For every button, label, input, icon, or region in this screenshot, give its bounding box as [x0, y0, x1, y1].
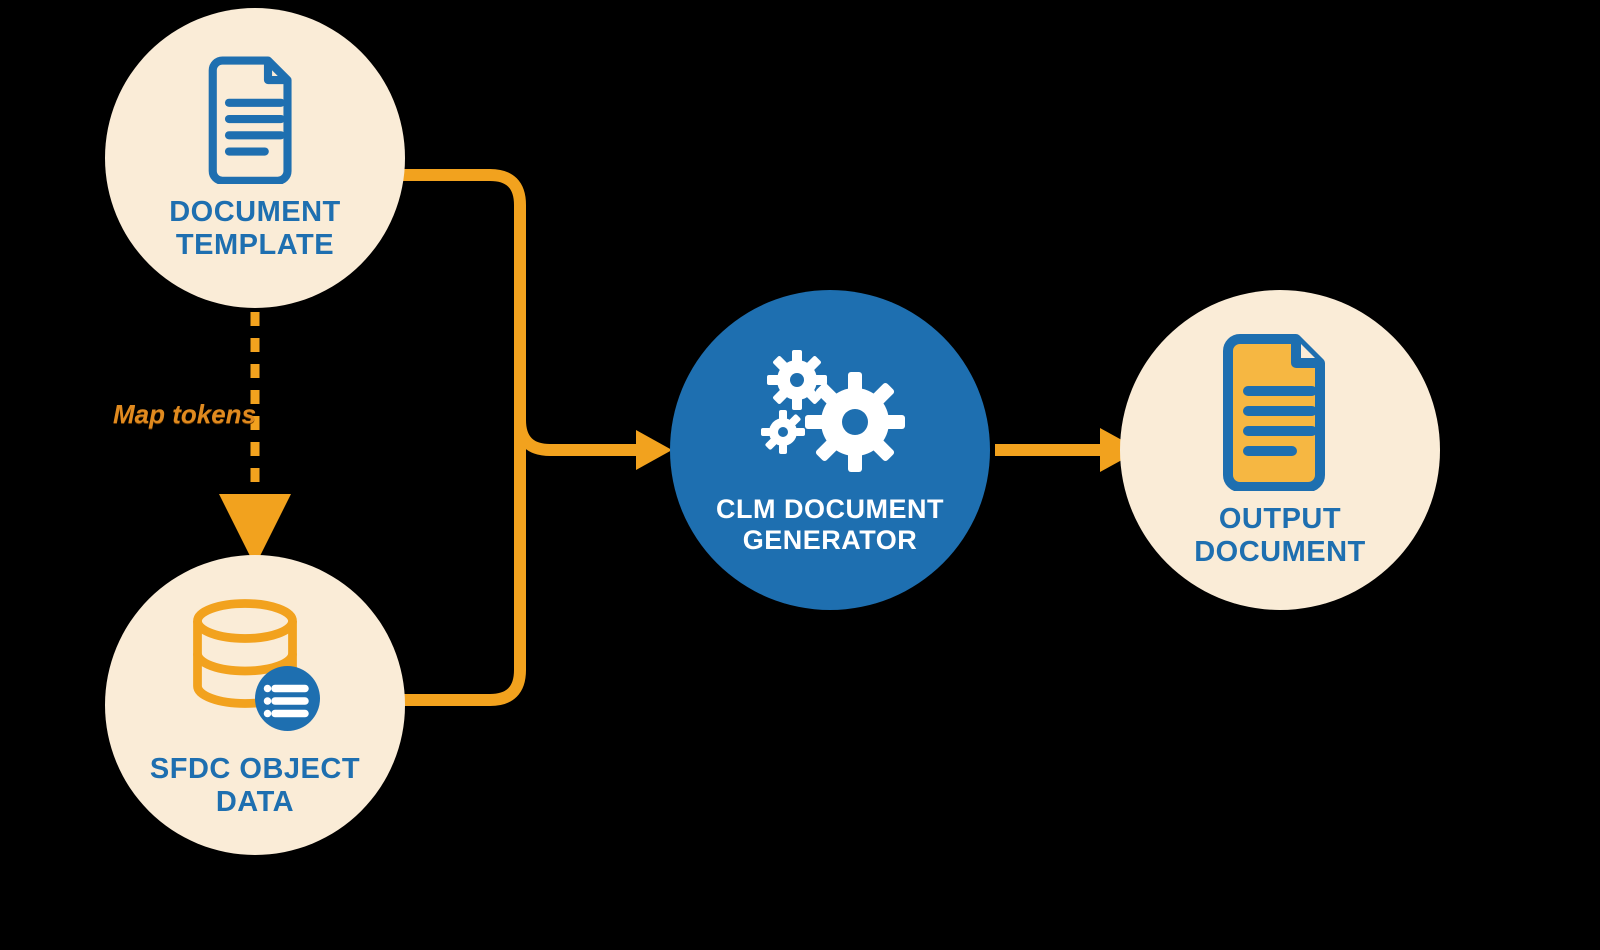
document-icon — [200, 54, 310, 184]
node-output-document-label: OUTPUTDOCUMENT — [1194, 503, 1366, 570]
merge-bracket — [400, 175, 640, 700]
node-clm-document-generator-label: CLM DOCUMENTGENERATOR — [716, 494, 944, 556]
output-document-icon — [1215, 331, 1345, 491]
node-document-template: DOCUMENTTEMPLATE — [105, 8, 405, 308]
node-sfdc-object-data-label: SFDC OBJECTDATA — [150, 753, 360, 820]
node-clm-document-generator: CLM DOCUMENTGENERATOR — [670, 290, 990, 610]
diagram-stage: DOCUMENTTEMPLATE SFDC OBJECTDATA Map tok… — [0, 0, 1600, 950]
node-sfdc-object-data: SFDC OBJECTDATA — [105, 555, 405, 855]
node-document-template-label: DOCUMENTTEMPLATE — [169, 196, 341, 263]
gears-icon — [745, 344, 915, 484]
database-icon — [180, 591, 330, 741]
node-output-document: OUTPUTDOCUMENT — [1120, 290, 1440, 610]
edge-label-map-tokens: Map tokens — [113, 399, 256, 430]
arrow-into-generator — [636, 430, 672, 470]
